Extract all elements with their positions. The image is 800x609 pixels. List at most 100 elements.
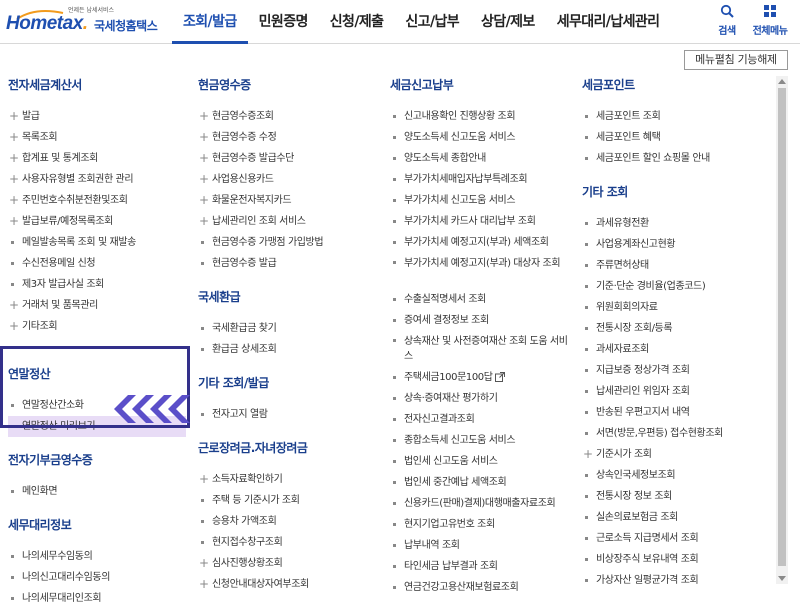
search-button[interactable]: 검색	[712, 4, 742, 37]
search-icon	[720, 4, 734, 18]
menu-item[interactable]: 상속재산 및 사전증여재산 조회 도움 서비스	[390, 331, 568, 367]
scroll-up-arrow-icon[interactable]	[776, 76, 788, 88]
menu-item[interactable]: 현지접수창구조회	[198, 532, 376, 553]
all-menu-button[interactable]: 전체메뉴	[746, 4, 794, 37]
menu-item[interactable]: 증여세 결정정보 조회	[390, 310, 568, 331]
menu-item[interactable]: 합계표 및 통계조회	[8, 148, 186, 169]
section-title-tax-points[interactable]: 세금포인트	[582, 76, 772, 96]
menu-item[interactable]: 종합소득세 신고도움 서비스	[390, 430, 568, 451]
menu-item[interactable]: 과세자료조회	[582, 339, 772, 360]
menu-item[interactable]: 주류면허상태	[582, 255, 772, 276]
menu-item[interactable]: 목록조회	[8, 127, 186, 148]
menu-item[interactable]: 부가가치세매입자납부특례조회	[390, 169, 568, 190]
menu-item[interactable]: 법인세 신고도움 서비스	[390, 451, 568, 472]
menu-item[interactable]: 나의세무수임동의	[8, 546, 186, 567]
menu-item[interactable]: 전자신고결과조회	[390, 409, 568, 430]
menu-item[interactable]: 전자고지 열람	[198, 404, 376, 425]
menu-item-external[interactable]: 주택세금100문100답	[390, 367, 568, 388]
menu-item[interactable]: 세금포인트 혜택	[582, 127, 772, 148]
menu-item[interactable]: 상속·증여재산 평가하기	[390, 388, 568, 409]
menu-item[interactable]: 세금포인트 조회	[582, 106, 772, 127]
menu-item[interactable]: 사업용계좌신고현황	[582, 234, 772, 255]
section-title-tax-agent-info[interactable]: 세무대리정보	[8, 516, 186, 536]
nav-consult-report[interactable]: 상담/제보	[470, 0, 546, 44]
scrollbar-thumb[interactable]	[778, 88, 786, 566]
menu-item[interactable]: 양도소득세 종합안내	[390, 148, 568, 169]
menu-item[interactable]: 거래처 및 품목관리	[8, 295, 186, 316]
menu-item[interactable]: 실손의료보험금 조회	[582, 507, 772, 528]
menu-item[interactable]: 부가가치세 예정고지(부과) 세액조회	[390, 232, 568, 253]
scroll-down-arrow-icon[interactable]	[776, 572, 788, 584]
menu-item[interactable]: 전통시장 조회/등록	[582, 318, 772, 339]
menu-item[interactable]: 부가가치세 카드사 대리납부 조회	[390, 211, 568, 232]
menu-item[interactable]: 신청안내대상자여부조회	[198, 574, 376, 595]
menu-item[interactable]: 서면(방문,우편등) 접수현황조회	[582, 423, 772, 444]
menu-item[interactable]: 승용차 가액조회	[198, 511, 376, 532]
menu-item[interactable]: 세금포인트 할인 쇼핑몰 안내	[582, 148, 772, 169]
menu-item[interactable]: 수출실적명세서 조회	[390, 289, 568, 310]
menu-item[interactable]: 주민번호수취분전환및조회	[8, 190, 186, 211]
menu-item[interactable]: 현금영수증 발급	[198, 253, 376, 274]
menu-item[interactable]: 환급금 상세조회	[198, 339, 376, 360]
menu-item[interactable]: 신용카드(판매)결제)대행매출자료조회	[390, 493, 568, 514]
menu-item[interactable]: 연금건강고용산재보험료조회	[390, 577, 568, 598]
menu-item[interactable]: 심사진행상황조회	[198, 553, 376, 574]
menu-item[interactable]: 법인세 중간예납 세액조회	[390, 472, 568, 493]
menu-item[interactable]: 전통시장 정보 조회	[582, 486, 772, 507]
menu-item[interactable]: 근로소득 지급명세서 조회	[582, 528, 772, 549]
section-title-cash-receipt[interactable]: 현금영수증	[198, 76, 376, 96]
menu-item[interactable]: 현금영수증 가맹점 가입방법	[198, 232, 376, 253]
menu-item[interactable]: 기타조회	[8, 316, 186, 337]
section-title-earned-income-credit[interactable]: 근로장려금.자녀장려금	[198, 439, 376, 459]
menu-item[interactable]: 양도소득세 신고도움 서비스	[390, 127, 568, 148]
nav-tax-agent[interactable]: 세무대리/납세관리	[546, 0, 671, 44]
menu-item[interactable]: 현지기업고유번호 조회	[390, 514, 568, 535]
menu-item[interactable]: 지급보증 정상가격 조회	[582, 360, 772, 381]
menu-item[interactable]: 현금영수증 수정	[198, 127, 376, 148]
menu-item[interactable]: 메일발송목록 조회 및 재발송	[8, 232, 186, 253]
nav-civil-certificate[interactable]: 민원증명	[248, 0, 319, 44]
vertical-scrollbar[interactable]	[776, 76, 788, 584]
menu-item[interactable]: 화물운전자복지카드	[198, 190, 376, 211]
section-title-tax-filing-payment[interactable]: 세금신고납부	[390, 76, 568, 96]
menu-item[interactable]: 발급	[8, 106, 186, 127]
menu-item[interactable]: 사업용신용카드	[198, 169, 376, 190]
menu-item[interactable]: 과세유형전환	[582, 213, 772, 234]
section-title-other-inquiry-issue[interactable]: 기타 조회/발급	[198, 374, 376, 394]
menu-item[interactable]: 수신전용메일 신청	[8, 253, 186, 274]
menu-item[interactable]: 위원회회의자료	[582, 297, 772, 318]
menu-item[interactable]: 국세환급금 찾기	[198, 318, 376, 339]
section-title-other-inquiry[interactable]: 기타 조회	[582, 183, 772, 203]
menu-item[interactable]: 사용자유형별 조회권한 관리	[8, 169, 186, 190]
menu-item[interactable]: 타인세금 납부결과 조회	[390, 556, 568, 577]
nav-report-pay[interactable]: 신고/납부	[394, 0, 470, 44]
menu-item[interactable]: 현금영수증조회	[198, 106, 376, 127]
section-title-e-tax-invoice[interactable]: 전자세금계산서	[8, 76, 186, 96]
menu-item[interactable]: 납세관리인 조회 서비스	[198, 211, 376, 232]
menu-item[interactable]: 발급보류/예정목록조회	[8, 211, 186, 232]
menu-item[interactable]: 제3자 발급사실 조회	[8, 274, 186, 295]
menu-item[interactable]: 기준시가 조회	[582, 444, 772, 465]
all-menu-button-label: 전체메뉴	[752, 26, 788, 37]
menu-item[interactable]: 납세관리인 위임자 조회	[582, 381, 772, 402]
menu-item[interactable]: 신고내용확인 진행상황 조회	[390, 106, 568, 127]
menu-item[interactable]: 메인화면	[8, 481, 186, 502]
menu-item[interactable]: 기준·단순 경비율(업종코드)	[582, 276, 772, 297]
nav-apply-submit[interactable]: 신청/제출	[319, 0, 395, 44]
menu-item[interactable]: 부가가치세 신고도움 서비스	[390, 190, 568, 211]
hometax-logo[interactable]: 언제든 납세서비스 Hometax. 국세청홈택스	[6, 6, 158, 40]
nav-inquiry-issue[interactable]: 조회/발급	[172, 0, 248, 44]
menu-item[interactable]: 가상자산 일평균가격 조회	[582, 570, 772, 591]
menu-item[interactable]: 납부내역 조회	[390, 535, 568, 556]
menu-item[interactable]: 부가가치세 예정고지(부과) 대상자 조회	[390, 253, 568, 289]
menu-expand-toggle-button[interactable]: 메뉴펼침 기능해제	[684, 50, 788, 70]
menu-item[interactable]: 비상장주식 보유내역 조회	[582, 549, 772, 570]
menu-item[interactable]: 반송된 우편고지서 내역	[582, 402, 772, 423]
menu-item[interactable]: 현금영수증 발급수단	[198, 148, 376, 169]
menu-item[interactable]: 소득자료확인하기	[198, 469, 376, 490]
menu-item[interactable]: 주택 등 기준시가 조회	[198, 490, 376, 511]
menu-item[interactable]: 상속인국세정보조회	[582, 465, 772, 486]
section-title-e-donation-receipt[interactable]: 전자기부금영수증	[8, 451, 186, 471]
section-title-tax-refund[interactable]: 국세환급	[198, 288, 376, 308]
menu-item[interactable]: 나의신고대리수임동의	[8, 567, 186, 588]
